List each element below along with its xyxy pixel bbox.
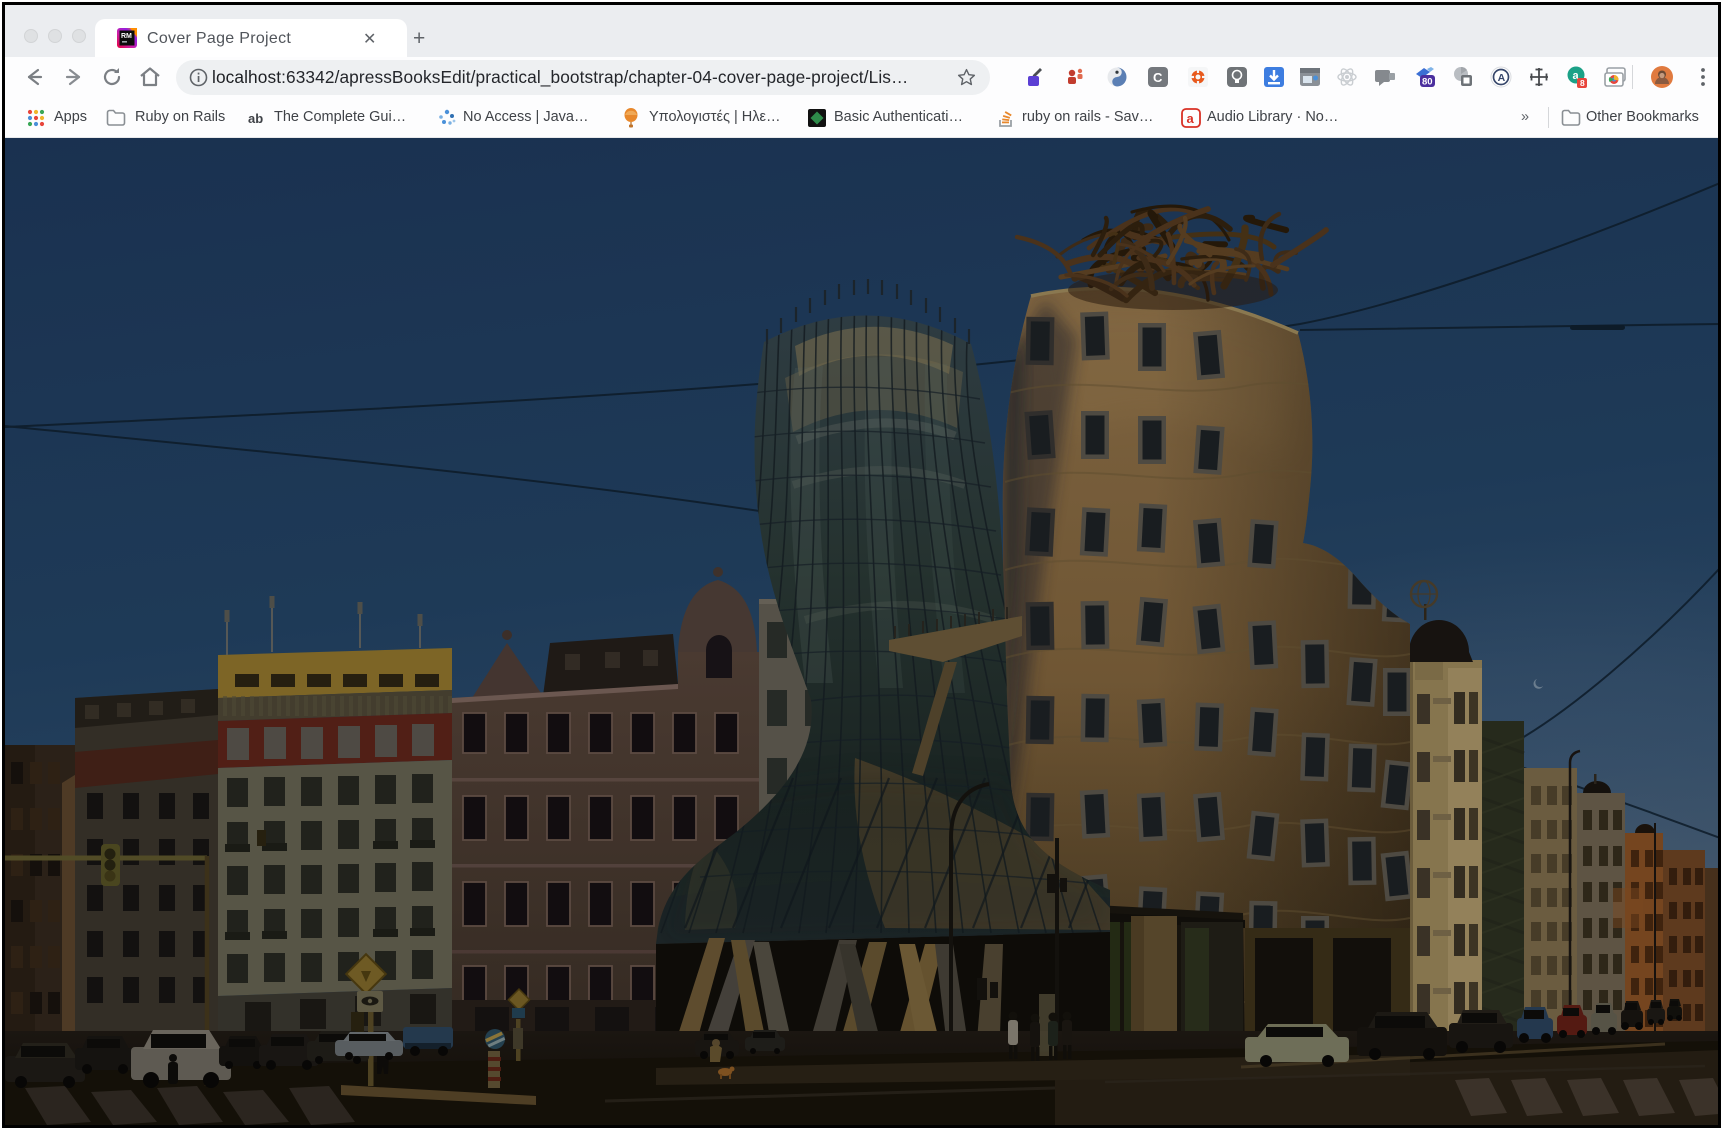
svg-text:ab: ab: [248, 111, 263, 126]
svg-text:C: C: [1153, 70, 1163, 85]
svg-text:a: a: [1187, 111, 1195, 126]
svg-text:8: 8: [1580, 78, 1585, 88]
svg-text:80: 80: [1422, 77, 1433, 88]
svg-text:RM: RM: [121, 33, 132, 40]
svg-text:A: A: [1498, 72, 1506, 84]
